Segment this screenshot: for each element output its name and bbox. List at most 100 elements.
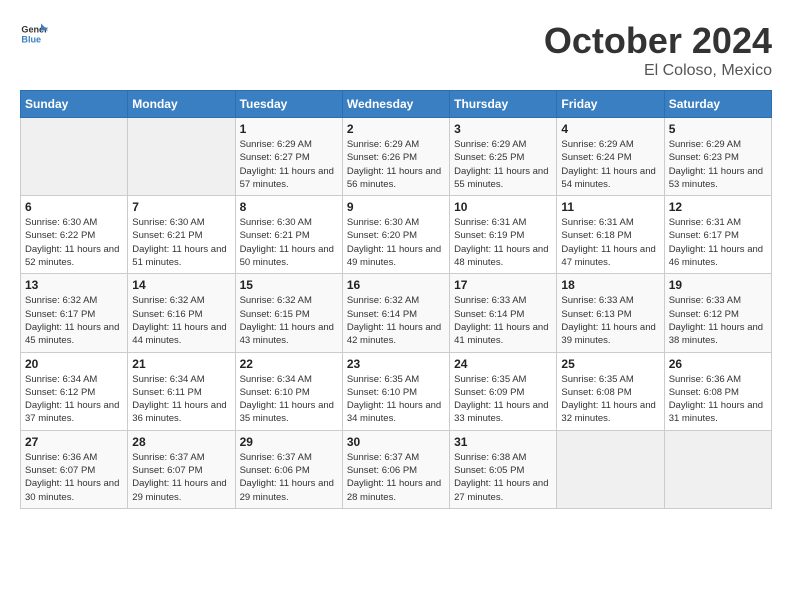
cell-detail: Sunrise: 6:30 AMSunset: 6:21 PMDaylight:… <box>132 216 230 269</box>
day-number: 1 <box>240 122 338 136</box>
weekday-header-row: SundayMondayTuesdayWednesdayThursdayFrid… <box>21 91 772 118</box>
day-number: 22 <box>240 357 338 371</box>
weekday-header: Saturday <box>664 91 771 118</box>
title-area: October 2024 El Coloso, Mexico <box>544 20 772 80</box>
day-number: 7 <box>132 200 230 214</box>
calendar-cell: 25 Sunrise: 6:35 AMSunset: 6:08 PMDayligh… <box>557 352 664 430</box>
calendar-cell: 26 Sunrise: 6:36 AMSunset: 6:08 PMDayligh… <box>664 352 771 430</box>
day-number: 9 <box>347 200 445 214</box>
calendar-cell: 1Sunrise: 6:29 AMSunset: 6:27 PMDaylight… <box>235 118 342 196</box>
cell-detail: Sunrise: 6:30 AMSunset: 6:22 PMDaylight:… <box>25 216 123 269</box>
calendar-cell: 4 Sunrise: 6:29 AMSunset: 6:24 PMDaylight… <box>557 118 664 196</box>
day-number: 10 <box>454 200 552 214</box>
day-number: 26 <box>669 357 767 371</box>
day-number: 30 <box>347 435 445 449</box>
month-title: October 2024 <box>544 20 772 62</box>
cell-detail: Sunrise: 6:35 AMSunset: 6:08 PMDaylight:… <box>561 373 659 426</box>
cell-detail: Sunrise: 6:29 AMSunset: 6:24 PMDaylight:… <box>561 138 659 191</box>
cell-detail: Sunrise: 6:37 AMSunset: 6:06 PMDaylight:… <box>347 451 445 504</box>
cell-detail: Sunrise: 6:31 AMSunset: 6:19 PMDaylight:… <box>454 216 552 269</box>
calendar-cell: 29 Sunrise: 6:37 AMSunset: 6:06 PMDayligh… <box>235 430 342 508</box>
cell-detail: Sunrise: 6:31 AMSunset: 6:18 PMDaylight:… <box>561 216 659 269</box>
location-title: El Coloso, Mexico <box>544 62 772 80</box>
day-number: 19 <box>669 278 767 292</box>
day-number: 13 <box>25 278 123 292</box>
calendar-week-row: 27 Sunrise: 6:36 AMSunset: 6:07 PMDayligh… <box>21 430 772 508</box>
calendar-cell: 10 Sunrise: 6:31 AMSunset: 6:19 PMDayligh… <box>450 196 557 274</box>
calendar-cell: 21 Sunrise: 6:34 AMSunset: 6:11 PMDayligh… <box>128 352 235 430</box>
day-number: 31 <box>454 435 552 449</box>
cell-detail: Sunrise: 6:29 AMSunset: 6:26 PMDaylight:… <box>347 138 445 191</box>
cell-detail: Sunrise: 6:30 AMSunset: 6:20 PMDaylight:… <box>347 216 445 269</box>
day-number: 8 <box>240 200 338 214</box>
calendar-cell: 16 Sunrise: 6:32 AMSunset: 6:14 PMDayligh… <box>342 274 449 352</box>
logo: General Blue <box>20 20 48 48</box>
calendar-cell: 27 Sunrise: 6:36 AMSunset: 6:07 PMDayligh… <box>21 430 128 508</box>
day-number: 2 <box>347 122 445 136</box>
day-number: 27 <box>25 435 123 449</box>
calendar-cell: 13 Sunrise: 6:32 AMSunset: 6:17 PMDayligh… <box>21 274 128 352</box>
calendar-week-row: 1Sunrise: 6:29 AMSunset: 6:27 PMDaylight… <box>21 118 772 196</box>
calendar-cell: 30 Sunrise: 6:37 AMSunset: 6:06 PMDayligh… <box>342 430 449 508</box>
cell-detail: Sunrise: 6:34 AMSunset: 6:11 PMDaylight:… <box>132 373 230 426</box>
cell-detail: Sunrise: 6:33 AMSunset: 6:13 PMDaylight:… <box>561 294 659 347</box>
calendar-cell: 9 Sunrise: 6:30 AMSunset: 6:20 PMDaylight… <box>342 196 449 274</box>
cell-detail: Sunrise: 6:32 AMSunset: 6:17 PMDaylight:… <box>25 294 123 347</box>
day-number: 14 <box>132 278 230 292</box>
calendar-cell: 8 Sunrise: 6:30 AMSunset: 6:21 PMDaylight… <box>235 196 342 274</box>
calendar-cell: 5 Sunrise: 6:29 AMSunset: 6:23 PMDaylight… <box>664 118 771 196</box>
weekday-header: Friday <box>557 91 664 118</box>
calendar-cell: 22Sunrise: 6:34 AMSunset: 6:10 PMDayligh… <box>235 352 342 430</box>
cell-detail: Sunrise: 6:35 AMSunset: 6:09 PMDaylight:… <box>454 373 552 426</box>
calendar-cell: 20 Sunrise: 6:34 AMSunset: 6:12 PMDayligh… <box>21 352 128 430</box>
calendar-cell: 11Sunrise: 6:31 AMSunset: 6:18 PMDayligh… <box>557 196 664 274</box>
day-number: 4 <box>561 122 659 136</box>
cell-detail: Sunrise: 6:32 AMSunset: 6:15 PMDaylight:… <box>240 294 338 347</box>
weekday-header: Thursday <box>450 91 557 118</box>
cell-detail: Sunrise: 6:36 AMSunset: 6:08 PMDaylight:… <box>669 373 767 426</box>
day-number: 23 <box>347 357 445 371</box>
day-number: 3 <box>454 122 552 136</box>
calendar-cell: 24 Sunrise: 6:35 AMSunset: 6:09 PMDayligh… <box>450 352 557 430</box>
cell-detail: Sunrise: 6:29 AMSunset: 6:23 PMDaylight:… <box>669 138 767 191</box>
day-number: 24 <box>454 357 552 371</box>
day-number: 29 <box>240 435 338 449</box>
calendar-cell: 6Sunrise: 6:30 AMSunset: 6:22 PMDaylight… <box>21 196 128 274</box>
cell-detail: Sunrise: 6:38 AMSunset: 6:05 PMDaylight:… <box>454 451 552 504</box>
calendar-cell: 3 Sunrise: 6:29 AMSunset: 6:25 PMDaylight… <box>450 118 557 196</box>
day-number: 21 <box>132 357 230 371</box>
logo-icon: General Blue <box>20 20 48 48</box>
calendar-week-row: 13 Sunrise: 6:32 AMSunset: 6:17 PMDayligh… <box>21 274 772 352</box>
calendar-cell: 7 Sunrise: 6:30 AMSunset: 6:21 PMDaylight… <box>128 196 235 274</box>
cell-detail: Sunrise: 6:30 AMSunset: 6:21 PMDaylight:… <box>240 216 338 269</box>
cell-detail: Sunrise: 6:29 AMSunset: 6:25 PMDaylight:… <box>454 138 552 191</box>
weekday-header: Tuesday <box>235 91 342 118</box>
cell-detail: Sunrise: 6:34 AMSunset: 6:12 PMDaylight:… <box>25 373 123 426</box>
calendar-week-row: 20 Sunrise: 6:34 AMSunset: 6:12 PMDayligh… <box>21 352 772 430</box>
calendar-cell: 2 Sunrise: 6:29 AMSunset: 6:26 PMDaylight… <box>342 118 449 196</box>
calendar-week-row: 6Sunrise: 6:30 AMSunset: 6:22 PMDaylight… <box>21 196 772 274</box>
cell-detail: Sunrise: 6:36 AMSunset: 6:07 PMDaylight:… <box>25 451 123 504</box>
cell-detail: Sunrise: 6:33 AMSunset: 6:14 PMDaylight:… <box>454 294 552 347</box>
day-number: 16 <box>347 278 445 292</box>
calendar-cell: 18Sunrise: 6:33 AMSunset: 6:13 PMDayligh… <box>557 274 664 352</box>
day-number: 17 <box>454 278 552 292</box>
day-number: 20 <box>25 357 123 371</box>
day-number: 5 <box>669 122 767 136</box>
cell-detail: Sunrise: 6:37 AMSunset: 6:06 PMDaylight:… <box>240 451 338 504</box>
day-number: 28 <box>132 435 230 449</box>
calendar-cell <box>128 118 235 196</box>
weekday-header: Wednesday <box>342 91 449 118</box>
calendar-cell <box>557 430 664 508</box>
cell-detail: Sunrise: 6:32 AMSunset: 6:16 PMDaylight:… <box>132 294 230 347</box>
calendar-cell <box>21 118 128 196</box>
calendar-cell <box>664 430 771 508</box>
cell-detail: Sunrise: 6:31 AMSunset: 6:17 PMDaylight:… <box>669 216 767 269</box>
day-number: 12 <box>669 200 767 214</box>
weekday-header: Monday <box>128 91 235 118</box>
cell-detail: Sunrise: 6:32 AMSunset: 6:14 PMDaylight:… <box>347 294 445 347</box>
svg-text:Blue: Blue <box>21 34 41 44</box>
calendar-cell: 31 Sunrise: 6:38 AMSunset: 6:05 PMDayligh… <box>450 430 557 508</box>
calendar-cell: 19Sunrise: 6:33 AMSunset: 6:12 PMDayligh… <box>664 274 771 352</box>
day-number: 25 <box>561 357 659 371</box>
